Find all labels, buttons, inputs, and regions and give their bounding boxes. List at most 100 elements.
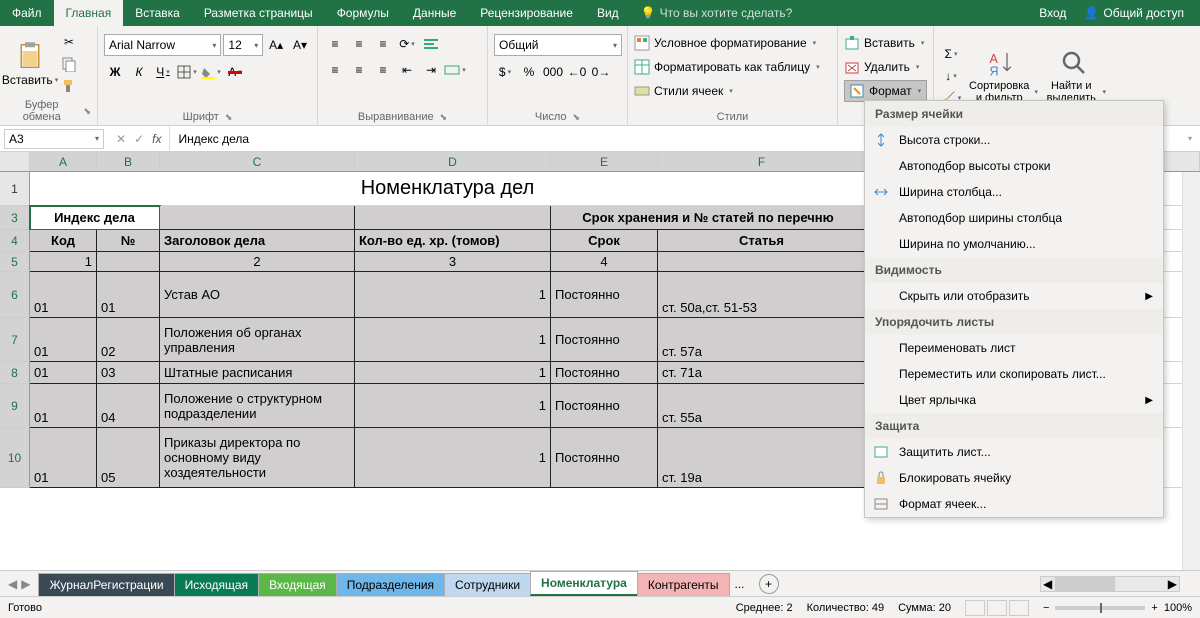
menu-tab-color[interactable]: Цвет ярлычка▶ — [865, 387, 1163, 413]
percent-button[interactable]: % — [518, 62, 540, 82]
menu-lock-cell[interactable]: Блокировать ячейку — [865, 465, 1163, 491]
cell[interactable]: 1 — [355, 384, 551, 428]
align-dialog-launcher[interactable]: ⬊ — [440, 112, 448, 123]
font-dialog-launcher[interactable]: ⬊ — [225, 112, 233, 123]
cell[interactable]: Постоянно — [551, 384, 658, 428]
sheet-tab-outgoing[interactable]: Исходящая — [174, 573, 259, 596]
cell[interactable]: Срок — [551, 230, 658, 252]
row-header-5[interactable]: 5 — [0, 252, 30, 272]
bold-button[interactable]: Ж — [104, 62, 126, 82]
tab-data[interactable]: Данные — [401, 0, 468, 26]
select-all-corner[interactable] — [0, 152, 30, 171]
menu-hide-unhide[interactable]: Скрыть или отобразить▶ — [865, 283, 1163, 309]
font-color-button[interactable]: A — [224, 62, 246, 82]
cell[interactable]: 3 — [355, 252, 551, 272]
number-format-select[interactable]: Общий▾ — [494, 34, 622, 56]
cell-c3[interactable] — [160, 206, 355, 230]
cell-styles-button[interactable]: Стили ячеек — [634, 80, 831, 102]
clipboard-dialog-launcher[interactable]: ⬊ — [83, 106, 91, 117]
menu-format-cells[interactable]: Формат ячеек... — [865, 491, 1163, 517]
orientation-button[interactable]: ⟳ — [396, 34, 418, 54]
insert-cells-button[interactable]: Вставить — [844, 32, 927, 54]
tab-home[interactable]: Главная — [54, 0, 124, 26]
cell[interactable]: ст. 71а — [658, 362, 866, 384]
cell-title[interactable]: Номенклатура дел — [30, 172, 866, 206]
col-header-a[interactable]: A — [30, 152, 97, 171]
tab-formulas[interactable]: Формулы — [325, 0, 401, 26]
cell[interactable]: Положения об органах управления — [160, 318, 355, 362]
view-pagebreak-button[interactable] — [1009, 600, 1029, 616]
italic-button[interactable]: К — [128, 62, 150, 82]
row-header-4[interactable]: 4 — [0, 230, 30, 252]
menu-default-width[interactable]: Ширина по умолчанию... — [865, 231, 1163, 257]
cell[interactable]: 1 — [355, 318, 551, 362]
accept-formula-button[interactable]: ✓ — [134, 132, 144, 146]
cell[interactable]: 03 — [97, 362, 160, 384]
cell[interactable]: 1 — [355, 428, 551, 488]
zoom-value[interactable]: 100% — [1164, 602, 1192, 614]
font-size-select[interactable]: 12▾ — [223, 34, 263, 56]
cell[interactable]: Постоянно — [551, 272, 658, 318]
zoom-slider[interactable] — [1055, 606, 1145, 610]
row-header-7[interactable]: 7 — [0, 318, 30, 362]
menu-protect-sheet[interactable]: Защитить лист... — [865, 439, 1163, 465]
share-button[interactable]: 👤 Общий доступ — [1076, 6, 1192, 20]
cell[interactable]: Устав АО — [160, 272, 355, 318]
menu-row-height[interactable]: Высота строки... — [865, 127, 1163, 153]
format-painter-button[interactable] — [58, 76, 80, 96]
cell[interactable]: 1 — [355, 272, 551, 318]
decrease-indent-button[interactable]: ⇤ — [396, 60, 418, 80]
sheet-tab-departments[interactable]: Подразделения — [336, 573, 445, 596]
cell[interactable]: 01 — [30, 362, 97, 384]
menu-autofit-row[interactable]: Автоподбор высоты строки — [865, 153, 1163, 179]
name-box[interactable]: A3▾ — [4, 129, 104, 149]
zoom-out-button[interactable]: − — [1043, 602, 1049, 614]
underline-button[interactable]: Ч — [152, 62, 174, 82]
menu-col-width[interactable]: Ширина столбца... — [865, 179, 1163, 205]
decrease-font-button[interactable]: A▾ — [289, 35, 311, 55]
decrease-decimal-button[interactable]: 0→ — [590, 62, 612, 82]
align-top-button[interactable]: ≡ — [324, 34, 346, 54]
zoom-in-button[interactable]: + — [1151, 602, 1157, 614]
tab-review[interactable]: Рецензирование — [468, 0, 585, 26]
cancel-formula-button[interactable]: ✕ — [116, 132, 126, 146]
cell[interactable]: № — [97, 230, 160, 252]
menu-autofit-col[interactable]: Автоподбор ширины столбца — [865, 205, 1163, 231]
sheet-tab-contractors[interactable]: Контрагенты — [637, 573, 730, 596]
cell[interactable]: 05 — [97, 428, 160, 488]
cell[interactable]: 01 — [30, 384, 97, 428]
conditional-formatting-button[interactable]: Условное форматирование — [634, 32, 831, 54]
row-header-9[interactable]: 9 — [0, 384, 30, 428]
expand-formula-bar[interactable]: ▾ — [1180, 134, 1200, 143]
cell[interactable]: 1 — [355, 362, 551, 384]
format-as-table-button[interactable]: Форматировать как таблицу — [634, 56, 831, 78]
tab-page-layout[interactable]: Разметка страницы — [192, 0, 325, 26]
cell[interactable]: 1 — [30, 252, 97, 272]
cell[interactable]: Заголовок дела — [160, 230, 355, 252]
row-header-1[interactable]: 1 — [0, 172, 30, 206]
cell[interactable]: Статья — [658, 230, 866, 252]
number-dialog-launcher[interactable]: ⬊ — [573, 112, 581, 123]
fill-button[interactable]: ↓ — [940, 66, 962, 86]
sheet-tab-journal[interactable]: ЖурналРегистрации — [38, 573, 174, 596]
comma-button[interactable]: 000 — [542, 62, 564, 82]
tab-insert[interactable]: Вставка — [123, 0, 192, 26]
sheet-tab-nomenclature[interactable]: Номенклатура — [530, 571, 638, 596]
increase-decimal-button[interactable]: ←0 — [566, 62, 588, 82]
cell-d3[interactable] — [355, 206, 551, 230]
cell[interactable]: Постоянно — [551, 362, 658, 384]
sheet-tabs-more[interactable]: ... — [729, 577, 751, 591]
sheet-nav-prev[interactable]: ◀ — [8, 577, 17, 591]
copy-button[interactable] — [58, 54, 80, 74]
cell[interactable]: Положение о структурном подразделении — [160, 384, 355, 428]
cell[interactable]: Код — [30, 230, 97, 252]
font-name-select[interactable]: Arial Narrow▾ — [104, 34, 221, 56]
tab-view[interactable]: Вид — [585, 0, 631, 26]
align-bottom-button[interactable]: ≡ — [372, 34, 394, 54]
cell[interactable] — [97, 252, 160, 272]
cell[interactable]: 01 — [30, 428, 97, 488]
vertical-scrollbar[interactable] — [1182, 172, 1200, 570]
cell[interactable]: Постоянно — [551, 318, 658, 362]
increase-font-button[interactable]: A▴ — [265, 35, 287, 55]
cell[interactable]: 4 — [551, 252, 658, 272]
